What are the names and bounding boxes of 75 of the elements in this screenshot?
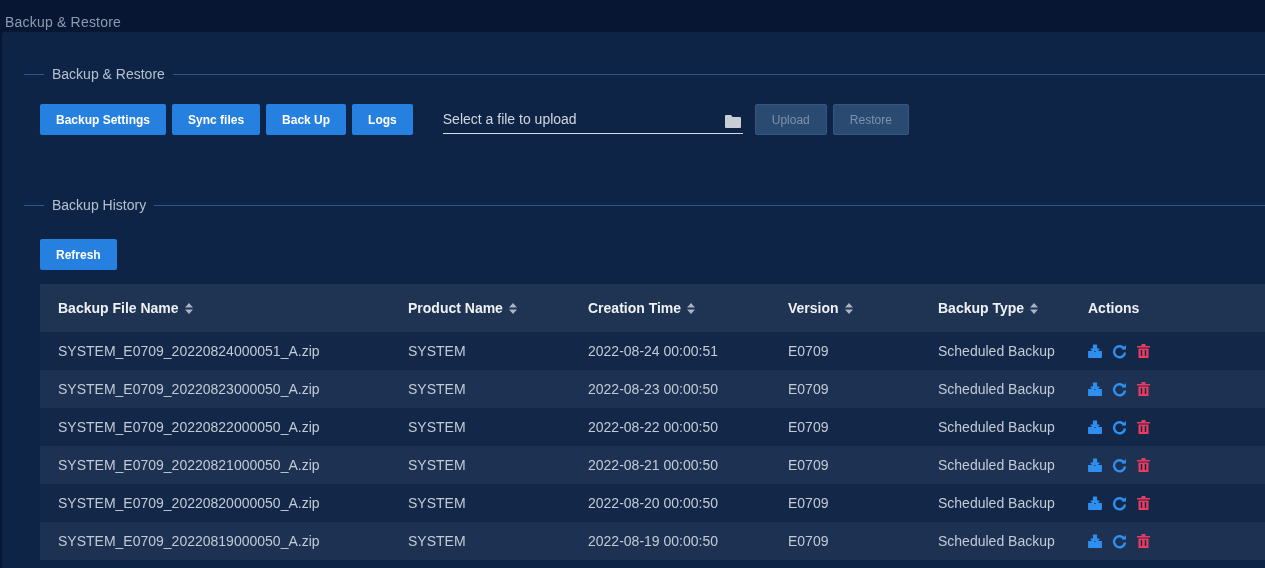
table-cell: 2022-08-22 00:00:50	[588, 419, 718, 435]
download-icon[interactable]	[1088, 496, 1102, 510]
refresh-icon[interactable]	[1112, 533, 1127, 549]
column-header: Creation Time	[588, 300, 682, 316]
table-cell: Scheduled Backup	[938, 495, 1055, 511]
table-cell: SYSTEM	[408, 495, 466, 511]
table-row[interactable]: SYSTEM_E0709_20220819000050_A.zip SYSTEM 2022-08-19 00:00:50 E0709 Scheduled Backup	[40, 522, 1265, 560]
table-cell: SYSTEM	[408, 381, 466, 397]
delete-icon[interactable]	[1137, 534, 1150, 548]
table-cell: SYSTEM_E0709_20220819000050_A.zip	[58, 533, 320, 549]
table-row[interactable]: SYSTEM_E0709_20220820000050_A.zip SYSTEM 2022-08-20 00:00:50 E0709 Scheduled Backup	[40, 484, 1265, 522]
table-row[interactable]: SYSTEM_E0709_20220823000050_A.zip SYSTEM 2022-08-23 00:00:50 E0709 Scheduled Backup	[40, 370, 1265, 408]
column-header: Product Name	[408, 300, 503, 316]
sort-icon[interactable]	[844, 302, 853, 314]
table-row[interactable]: SYSTEM_E0709_20220822000050_A.zip SYSTEM 2022-08-22 00:00:50 E0709 Scheduled Backup	[40, 408, 1265, 446]
delete-icon[interactable]	[1137, 458, 1150, 472]
table-cell: Scheduled Backup	[938, 533, 1055, 549]
column-header: Version	[788, 300, 839, 316]
table-cell: Scheduled Backup	[938, 419, 1055, 435]
download-icon[interactable]	[1088, 420, 1102, 434]
table-cell: SYSTEM	[408, 533, 466, 549]
sort-icon[interactable]	[184, 302, 193, 314]
table-cell: E0709	[788, 419, 829, 435]
table-cell: E0709	[788, 381, 829, 397]
table-cell: Scheduled Backup	[938, 457, 1055, 473]
table-cell: SYSTEM_E0709_20220824000051_A.zip	[58, 343, 320, 359]
section-legend: Backup & Restore	[52, 66, 165, 82]
refresh-icon[interactable]	[1112, 381, 1127, 397]
download-icon[interactable]	[1088, 344, 1102, 358]
download-icon[interactable]	[1088, 534, 1102, 548]
refresh-icon[interactable]	[1112, 457, 1127, 473]
download-icon[interactable]	[1088, 382, 1102, 396]
table-cell: SYSTEM	[408, 419, 466, 435]
table-cell: SYSTEM	[408, 343, 466, 359]
sort-icon[interactable]	[508, 302, 517, 314]
table-cell: E0709	[788, 533, 829, 549]
refresh-icon[interactable]	[1112, 495, 1127, 511]
table-cell: E0709	[788, 457, 829, 473]
column-header: Backup Type	[938, 300, 1025, 316]
table-cell: 2022-08-21 00:00:50	[588, 457, 718, 473]
delete-icon[interactable]	[1137, 382, 1150, 396]
sort-icon[interactable]	[1030, 302, 1039, 314]
refresh-button[interactable]: Refresh	[40, 239, 117, 270]
refresh-icon[interactable]	[1112, 343, 1127, 359]
table-cell: Scheduled Backup	[938, 381, 1055, 397]
delete-icon[interactable]	[1137, 420, 1150, 434]
table-row[interactable]: SYSTEM_E0709_20220824000051_A.zip SYSTEM 2022-08-24 00:00:51 E0709 Scheduled Backup	[40, 332, 1265, 370]
folder-icon[interactable]	[724, 113, 741, 128]
action-button[interactable]: Sync files	[172, 104, 261, 135]
table-cell: 2022-08-19 00:00:50	[588, 533, 718, 549]
table-row[interactable]: SYSTEM_E0709_20220821000050_A.zip SYSTEM 2022-08-21 00:00:50 E0709 Scheduled Backup	[40, 446, 1265, 484]
column-header: Actions	[1088, 300, 1140, 316]
table-cell: 2022-08-24 00:00:51	[588, 343, 718, 359]
table-cell: SYSTEM_E0709_20220823000050_A.zip	[58, 381, 320, 397]
action-button[interactable]: Backup Settings	[40, 104, 167, 135]
download-icon[interactable]	[1088, 458, 1102, 472]
table-cell: E0709	[788, 343, 829, 359]
table-cell: SYSTEM_E0709_20220822000050_A.zip	[58, 419, 320, 435]
section-legend: Backup History	[52, 197, 147, 213]
page-title: Backup & Restore	[4, 13, 123, 32]
column-header: Backup File Name	[58, 300, 179, 316]
table-cell: 2022-08-20 00:00:50	[588, 495, 718, 511]
action-button[interactable]: Logs	[352, 104, 413, 135]
table-cell: 2022-08-23 00:00:50	[588, 381, 718, 397]
action-button[interactable]: Back Up	[266, 104, 347, 135]
delete-icon[interactable]	[1137, 496, 1150, 510]
sort-icon[interactable]	[687, 302, 696, 314]
table-cell: SYSTEM_E0709_20220820000050_A.zip	[58, 495, 320, 511]
refresh-icon[interactable]	[1112, 419, 1127, 435]
table-cell: SYSTEM	[408, 457, 466, 473]
table-cell: SYSTEM_E0709_20220821000050_A.zip	[58, 457, 320, 473]
table-cell: Scheduled Backup	[938, 343, 1055, 359]
delete-icon[interactable]	[1137, 344, 1150, 358]
table-cell: E0709	[788, 495, 829, 511]
file-field[interactable]: Select a file to upload	[442, 105, 743, 134]
